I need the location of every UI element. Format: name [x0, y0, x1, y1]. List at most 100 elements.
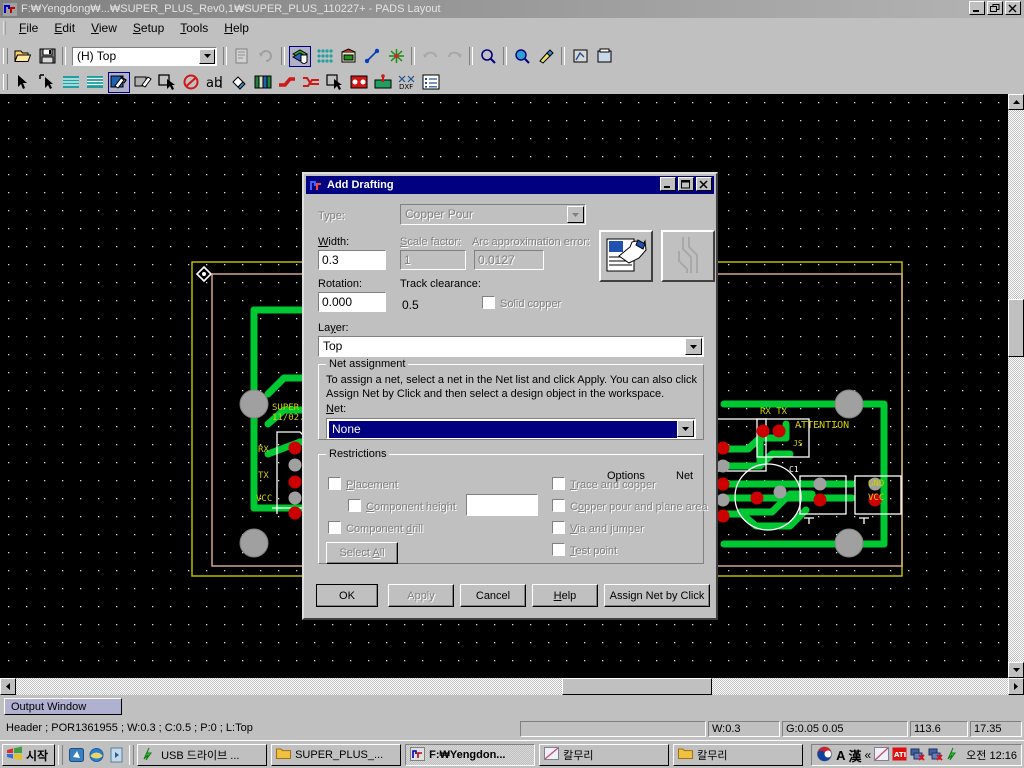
fill-icon[interactable] — [228, 71, 250, 93]
type-combo[interactable]: Copper Pour — [400, 204, 586, 225]
dialog-close-button[interactable] — [696, 177, 712, 191]
vertical-scrollbar[interactable] — [1008, 94, 1024, 678]
report-icon[interactable] — [231, 45, 253, 67]
width-input[interactable] — [318, 250, 386, 270]
drc-icon[interactable] — [385, 45, 407, 67]
zoom-icon[interactable] — [477, 45, 499, 67]
pad-stack-icon[interactable] — [348, 71, 370, 93]
undo-icon[interactable] — [419, 45, 441, 67]
save-icon[interactable] — [36, 45, 58, 67]
chevron-down-icon[interactable] — [685, 338, 702, 355]
taskbar-item-kalmuri-image[interactable]: 칼무리 — [539, 744, 670, 766]
menu-item-tools[interactable]: Tools — [172, 19, 216, 37]
list-icon[interactable] — [420, 71, 442, 93]
layer-combo[interactable]: Top — [318, 336, 704, 357]
options-button[interactable] — [599, 230, 653, 282]
open-icon[interactable] — [12, 45, 34, 67]
menu-item-setup[interactable]: Setup — [125, 19, 172, 37]
start-button[interactable]: 시작 — [2, 744, 56, 766]
library-icon[interactable] — [593, 45, 615, 67]
window-close-button[interactable] — [1005, 1, 1021, 15]
taskbar-item-pads-layout[interactable]: F:₩Yengdon... — [405, 744, 536, 766]
apply-button[interactable]: Apply — [388, 584, 454, 607]
chevron-down-icon[interactable] — [567, 206, 584, 223]
korea-flag-icon[interactable] — [816, 746, 833, 765]
copper-pour-and-plane-area-checkbox[interactable] — [552, 499, 565, 512]
trace-route-icon[interactable] — [300, 71, 322, 93]
scroll-right-arrow[interactable] — [1008, 678, 1024, 695]
taskbar-item-super-plus-folder[interactable]: SUPER_PLUS_... — [271, 744, 402, 766]
select-arrow-icon[interactable] — [12, 71, 34, 93]
image-tray-icon[interactable] — [874, 746, 890, 764]
cancel-button[interactable]: Cancel — [460, 584, 526, 607]
menu-item-edit[interactable]: Edit — [46, 19, 83, 37]
show-desktop-icon[interactable] — [66, 745, 86, 765]
add-drafting-icon[interactable] — [108, 71, 130, 93]
layers-icon[interactable] — [289, 45, 311, 67]
taskbar-item-usb-drive[interactable]: USB 드라이브 ... — [137, 744, 268, 766]
window-restore-button[interactable] — [987, 1, 1003, 15]
pour-manager-icon[interactable] — [313, 45, 335, 67]
ime-mode-indicator[interactable]: A — [836, 748, 845, 763]
redo-icon[interactable] — [443, 45, 465, 67]
quicklaunch-grip[interactable] — [58, 745, 64, 765]
keepout-icon[interactable] — [156, 71, 178, 93]
redraw-icon[interactable] — [535, 45, 557, 67]
network-disconnected-2-icon[interactable] — [928, 747, 943, 764]
media-player-icon[interactable] — [106, 745, 126, 765]
ok-button[interactable]: OK — [316, 584, 378, 607]
select-all-button[interactable]: Select All — [326, 542, 398, 564]
component-drill-checkbox[interactable] — [328, 521, 341, 534]
copper-pour-icon[interactable] — [60, 71, 82, 93]
cam-icon[interactable] — [569, 45, 591, 67]
zoom-in-icon[interactable] — [511, 45, 533, 67]
arc-error-input[interactable] — [474, 250, 544, 270]
dxf-icon[interactable]: DXF — [396, 71, 418, 93]
scroll-left-arrow[interactable] — [0, 678, 16, 695]
horizontal-scrollbar[interactable] — [0, 678, 1024, 695]
tray-expand-chevron-icon[interactable]: « — [864, 748, 871, 762]
network-disconnected-icon[interactable] — [910, 747, 925, 764]
no-drill-icon[interactable] — [180, 71, 202, 93]
taskbar-item-kalmuri-folder[interactable]: 칼무리 — [673, 744, 804, 766]
horizontal-scroll-thumb[interactable] — [562, 678, 712, 695]
internet-explorer-icon[interactable] — [86, 745, 106, 765]
menu-item-file[interactable]: FFileile — [11, 19, 46, 37]
component-height-input[interactable] — [466, 494, 538, 516]
refresh-icon[interactable] — [255, 45, 277, 67]
via-and-jumper-checkbox[interactable] — [552, 521, 565, 534]
test-point-checkbox[interactable] — [552, 543, 565, 556]
menu-item-help[interactable]: Help — [216, 19, 257, 37]
toolbar-grip[interactable] — [3, 74, 8, 90]
solid-copper-checkbox[interactable] — [482, 296, 495, 309]
books-icon[interactable] — [252, 71, 274, 93]
copper-icon[interactable] — [132, 71, 154, 93]
trace-and-copper-checkbox[interactable] — [552, 477, 565, 490]
taskbar-clock[interactable]: 오전 12:16 — [966, 747, 1017, 763]
placement-checkbox[interactable] — [328, 477, 341, 490]
window-minimize-button[interactable] — [969, 1, 985, 15]
select-anything-icon[interactable] — [36, 71, 58, 93]
chevron-down-icon[interactable] — [199, 48, 215, 64]
dialog-minimize-button[interactable] — [660, 177, 676, 191]
move-icon[interactable] — [324, 71, 346, 93]
plane-area-icon[interactable] — [84, 71, 106, 93]
menu-item-view[interactable]: View — [83, 19, 125, 37]
scroll-up-arrow[interactable] — [1008, 94, 1024, 110]
trace-red-icon[interactable] — [276, 71, 298, 93]
menubar-grip[interactable] — [2, 20, 9, 36]
layer-selector-combo[interactable]: (H) Top — [72, 46, 217, 66]
ime-hanja-indicator[interactable]: 漢 — [848, 746, 861, 765]
assign-net-by-click-button[interactable]: Assign Net by Click — [604, 584, 710, 607]
vertical-scroll-thumb[interactable] — [1008, 299, 1024, 357]
chevron-down-icon[interactable] — [677, 420, 694, 437]
scroll-down-arrow[interactable] — [1008, 662, 1024, 678]
ati-tray-icon[interactable]: ATI — [892, 747, 907, 764]
usb-safely-remove-icon[interactable] — [946, 747, 961, 764]
rotation-input[interactable] — [318, 292, 386, 312]
text-icon[interactable]: ab — [204, 71, 226, 93]
measure-icon[interactable] — [361, 45, 383, 67]
scale-factor-input[interactable] — [400, 250, 466, 270]
component-height-checkbox[interactable] — [348, 499, 361, 512]
output-window-tab[interactable]: Output Window — [4, 698, 122, 715]
